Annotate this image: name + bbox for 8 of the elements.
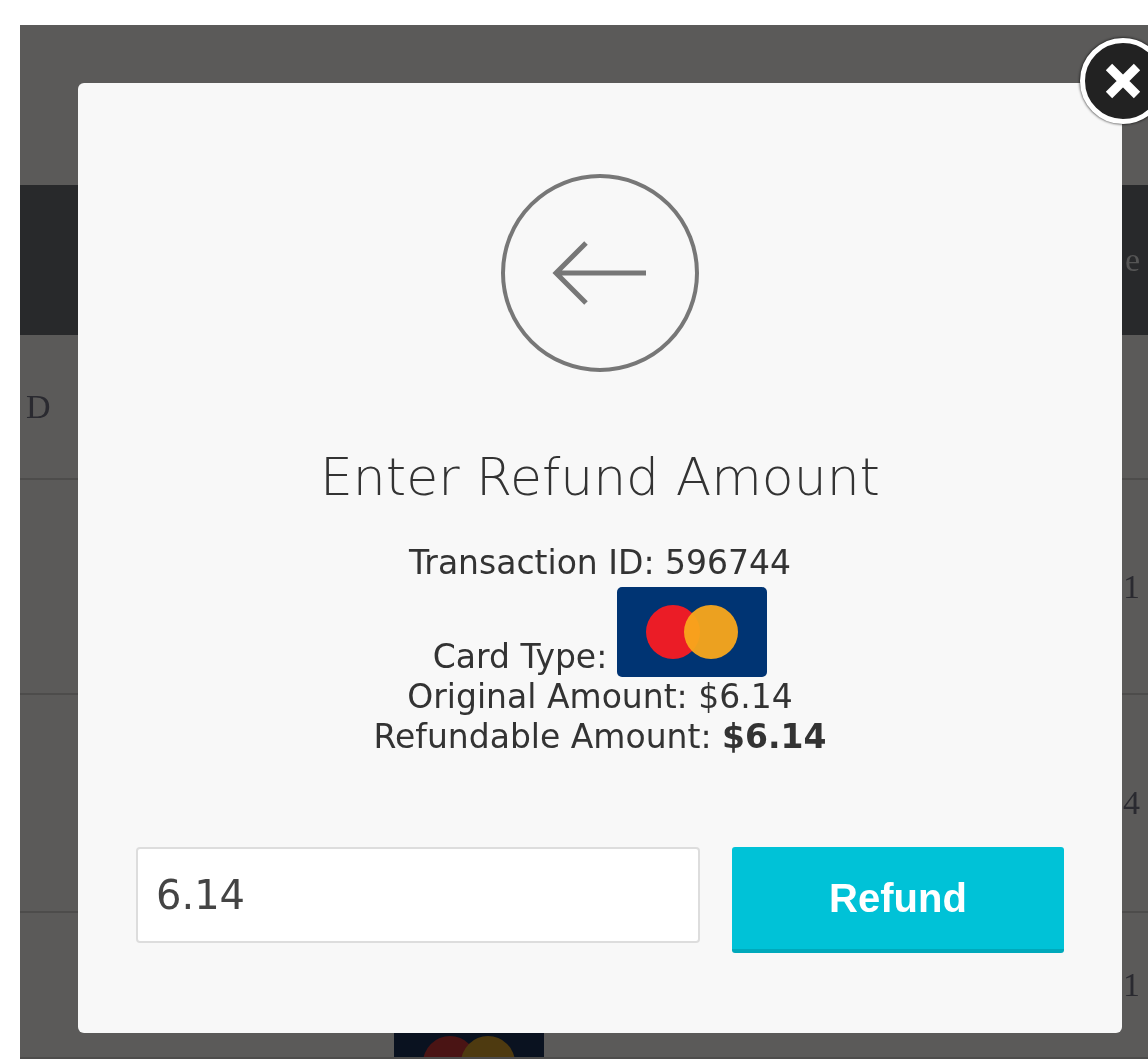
card-type-label: Card Type: xyxy=(432,637,608,677)
refundable-amount: Refundable Amount: $6.14 xyxy=(373,717,827,757)
dialog-title: Enter Refund Amount xyxy=(320,447,880,507)
amount-field[interactable]: 6.14 xyxy=(136,847,700,943)
original-amount: Original Amount: $6.14 xyxy=(407,677,793,717)
close-icon xyxy=(1103,61,1143,101)
close-button[interactable] xyxy=(1080,38,1148,124)
transaction-id: Transaction ID: 596744 xyxy=(409,543,791,583)
